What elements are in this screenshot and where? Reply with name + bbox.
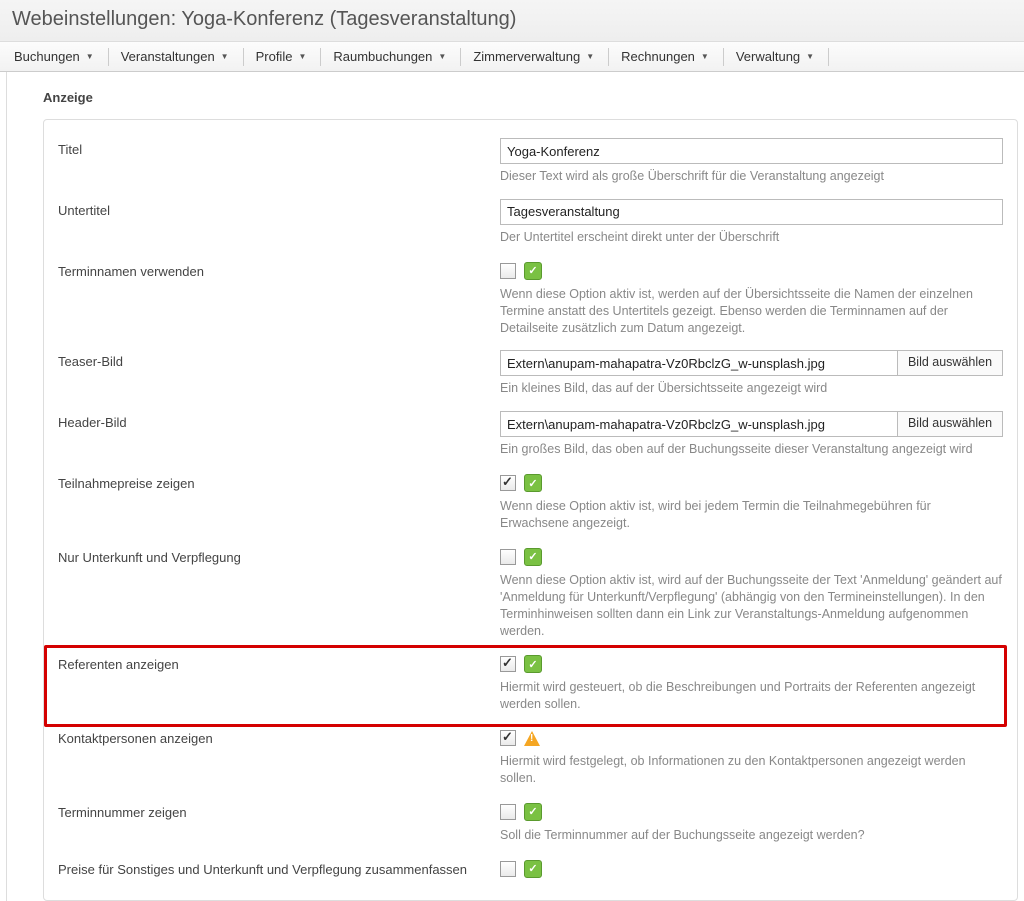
- help-terminnummer: Soll die Terminnummer auf der Buchungsse…: [500, 827, 1003, 844]
- label-referenten: Referenten anzeigen: [58, 653, 500, 672]
- help-nur-unterkunft: Wenn diese Option aktiv ist, wird auf de…: [500, 572, 1003, 640]
- checkbox-terminnummer[interactable]: [500, 804, 516, 820]
- row-terminnummer: Terminnummer zeigen Soll die Terminnumme…: [58, 795, 1003, 852]
- menu-separator: [608, 48, 609, 66]
- menu-separator: [108, 48, 109, 66]
- status-ok-icon: [524, 262, 542, 280]
- help-kontaktpersonen: Hiermit wird festgelegt, ob Informatione…: [500, 753, 1003, 787]
- menu-veranstaltungen[interactable]: Veranstaltungen ▼: [113, 46, 237, 67]
- menu-label: Buchungen: [14, 49, 80, 64]
- label-terminnummer: Terminnummer zeigen: [58, 801, 500, 820]
- chevron-down-icon: ▼: [221, 52, 229, 61]
- menu-profile[interactable]: Profile ▼: [248, 46, 315, 67]
- label-kontaktpersonen: Kontaktpersonen anzeigen: [58, 727, 500, 746]
- menu-label: Profile: [256, 49, 293, 64]
- checkbox-terminnamen[interactable]: [500, 263, 516, 279]
- menu-separator: [243, 48, 244, 66]
- menu-separator: [320, 48, 321, 66]
- menu-separator: [828, 48, 829, 66]
- section-heading: Anzeige: [43, 90, 1024, 105]
- form-panel: Titel Dieser Text wird als große Übersch…: [43, 119, 1018, 901]
- label-nur-unterkunft: Nur Unterkunft und Verpflegung: [58, 546, 500, 565]
- help-teilnahmepreise: Wenn diese Option aktiv ist, wird bei je…: [500, 498, 1003, 532]
- row-titel: Titel Dieser Text wird als große Übersch…: [58, 132, 1003, 193]
- chevron-down-icon: ▼: [438, 52, 446, 61]
- label-teilnahmepreise: Teilnahmepreise zeigen: [58, 472, 500, 491]
- menu-label: Veranstaltungen: [121, 49, 215, 64]
- menu-label: Zimmerverwaltung: [473, 49, 580, 64]
- menu-label: Raumbuchungen: [333, 49, 432, 64]
- page-title: Webeinstellungen: Yoga-Konferenz (Tagesv…: [0, 0, 1024, 41]
- row-teilnahmepreise: Teilnahmepreise zeigen Wenn diese Option…: [58, 466, 1003, 540]
- help-titel: Dieser Text wird als große Überschrift f…: [500, 168, 1003, 185]
- menubar: Buchungen ▼ Veranstaltungen ▼ Profile ▼ Rau…: [0, 41, 1024, 72]
- checkbox-preise-zusammen[interactable]: [500, 861, 516, 877]
- chevron-down-icon: ▼: [298, 52, 306, 61]
- menu-verwaltung[interactable]: Verwaltung ▼: [728, 46, 822, 67]
- help-teaserbild: Ein kleines Bild, das auf der Übersichts…: [500, 380, 1003, 397]
- checkbox-referenten[interactable]: [500, 656, 516, 672]
- menu-buchungen[interactable]: Buchungen ▼: [6, 46, 102, 67]
- status-ok-icon: [524, 803, 542, 821]
- menu-zimmerverwaltung[interactable]: Zimmerverwaltung ▼: [465, 46, 602, 67]
- status-ok-icon: [524, 655, 542, 673]
- checkbox-nur-unterkunft[interactable]: [500, 549, 516, 565]
- label-untertitel: Untertitel: [58, 199, 500, 218]
- label-terminnamen: Terminnamen verwenden: [58, 260, 500, 279]
- status-ok-icon: [524, 474, 542, 492]
- menu-raumbuchungen[interactable]: Raumbuchungen ▼: [325, 46, 454, 67]
- status-ok-icon: [524, 860, 542, 878]
- input-headerbild[interactable]: [500, 411, 898, 437]
- status-warn-icon: [524, 731, 540, 746]
- menu-separator: [723, 48, 724, 66]
- label-headerbild: Header-Bild: [58, 411, 500, 430]
- label-titel: Titel: [58, 138, 500, 157]
- choose-image-button[interactable]: Bild auswählen: [898, 350, 1003, 376]
- chevron-down-icon: ▼: [806, 52, 814, 61]
- choose-image-button[interactable]: Bild auswählen: [898, 411, 1003, 437]
- input-teaserbild[interactable]: [500, 350, 898, 376]
- checkbox-teilnahmepreise[interactable]: [500, 475, 516, 491]
- row-untertitel: Untertitel Der Untertitel erscheint dire…: [58, 193, 1003, 254]
- row-referenten: Referenten anzeigen Hiermit wird gesteue…: [58, 647, 1003, 721]
- menu-rechnungen[interactable]: Rechnungen ▼: [613, 46, 717, 67]
- row-teaserbild: Teaser-Bild Bild auswählen Ein kleines B…: [58, 344, 1003, 405]
- label-preise-zusammen: Preise für Sonstiges und Unterkunft und …: [58, 858, 500, 877]
- help-terminnamen: Wenn diese Option aktiv ist, werden auf …: [500, 286, 1003, 337]
- label-teaserbild: Teaser-Bild: [58, 350, 500, 369]
- help-headerbild: Ein großes Bild, das oben auf der Buchun…: [500, 441, 1003, 458]
- row-terminnamen: Terminnamen verwenden Wenn diese Option …: [58, 254, 1003, 345]
- chevron-down-icon: ▼: [701, 52, 709, 61]
- row-nur-unterkunft: Nur Unterkunft und Verpflegung Wenn dies…: [58, 540, 1003, 648]
- row-headerbild: Header-Bild Bild auswählen Ein großes Bi…: [58, 405, 1003, 466]
- help-untertitel: Der Untertitel erscheint direkt unter de…: [500, 229, 1003, 246]
- row-preise-zusammen: Preise für Sonstiges und Unterkunft und …: [58, 852, 1003, 888]
- status-ok-icon: [524, 548, 542, 566]
- help-referenten: Hiermit wird gesteuert, ob die Beschreib…: [500, 679, 1003, 713]
- menu-separator: [460, 48, 461, 66]
- checkbox-kontaktpersonen[interactable]: [500, 730, 516, 746]
- input-titel[interactable]: [500, 138, 1003, 164]
- menu-label: Verwaltung: [736, 49, 800, 64]
- chevron-down-icon: ▼: [86, 52, 94, 61]
- row-kontaktpersonen: Kontaktpersonen anzeigen Hiermit wird fe…: [58, 721, 1003, 795]
- menu-label: Rechnungen: [621, 49, 695, 64]
- chevron-down-icon: ▼: [586, 52, 594, 61]
- input-untertitel[interactable]: [500, 199, 1003, 225]
- content-area: Anzeige Titel Dieser Text wird als große…: [6, 72, 1024, 901]
